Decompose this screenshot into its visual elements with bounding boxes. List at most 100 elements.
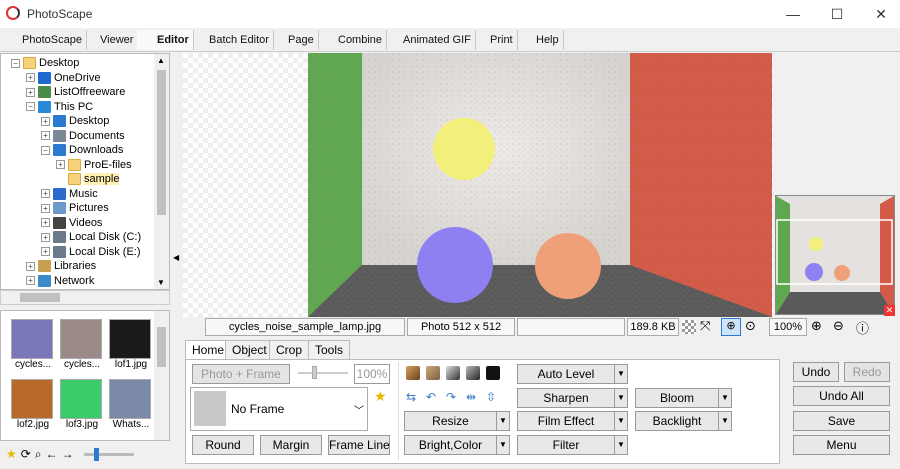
- tree-scroll-thumb[interactable]: [157, 70, 166, 215]
- auto-level-button[interactable]: Auto Level: [517, 364, 615, 384]
- slider-handle[interactable]: [93, 447, 99, 461]
- fit-screen-icon[interactable]: ⤧: [700, 318, 710, 334]
- tree-hscroll-thumb[interactable]: [20, 293, 60, 302]
- rotate-icon[interactable]: ⇆: [406, 390, 416, 404]
- thumbnail-item[interactable]: lof2.jpg: [11, 379, 55, 435]
- folder-tree[interactable]: − Desktop + OneDrive + ListOffreeware − This PC…: [0, 53, 170, 290]
- expand-toggle-icon[interactable]: +: [41, 189, 50, 198]
- tree-item[interactable]: + ListOffreeware: [26, 85, 125, 99]
- margin-button[interactable]: Margin: [260, 435, 322, 455]
- tab-page[interactable]: Page: [268, 30, 319, 50]
- backlight-dropdown-icon[interactable]: ▼: [718, 411, 732, 431]
- close-button[interactable]: ✕: [858, 0, 900, 28]
- tab-combine[interactable]: Combine: [318, 30, 388, 50]
- expand-toggle-icon[interactable]: +: [41, 203, 50, 213]
- expand-toggle-icon[interactable]: +: [41, 232, 50, 242]
- grayscale-icon[interactable]: [446, 366, 460, 380]
- bloom-dropdown-icon[interactable]: ▼: [718, 388, 732, 408]
- zoom-fit-icon[interactable]: ⊙: [745, 318, 756, 334]
- thumbnail-scrollbar[interactable]: [154, 311, 169, 440]
- tree-item[interactable]: + ProE-files: [56, 158, 132, 172]
- forward-arrow-icon[interactable]: →: [62, 447, 74, 461]
- expand-toggle-icon[interactable]: +: [41, 218, 50, 227]
- expand-toggle-icon[interactable]: +: [26, 87, 35, 97]
- tab-tools[interactable]: Tools: [308, 340, 351, 360]
- sepia-icon[interactable]: [406, 366, 420, 380]
- photo-image[interactable]: [308, 53, 772, 317]
- tree-item[interactable]: − This PC: [26, 100, 93, 114]
- tab-editor[interactable]: Editor: [137, 30, 194, 50]
- film-effect-dropdown-icon[interactable]: ▼: [614, 411, 628, 431]
- menu-button[interactable]: Menu: [793, 435, 890, 455]
- sharpen-dropdown-icon[interactable]: ▼: [614, 388, 628, 408]
- favorite-star-icon[interactable]: ★: [374, 388, 387, 405]
- folder-search-icon[interactable]: ⌕: [35, 447, 42, 462]
- expand-toggle-icon[interactable]: +: [56, 160, 65, 169]
- tree-item[interactable]: − Desktop: [11, 56, 79, 70]
- expand-toggle-icon[interactable]: −: [11, 58, 20, 68]
- tree-item[interactable]: + Music: [41, 187, 98, 201]
- expand-toggle-icon[interactable]: −: [26, 102, 35, 111]
- tree-item[interactable]: sample: [56, 172, 120, 186]
- resize-dropdown-icon[interactable]: ▼: [496, 411, 510, 431]
- film-effect-button[interactable]: Film Effect: [517, 411, 615, 431]
- frame-slider-handle[interactable]: [312, 366, 317, 379]
- zoom-out-icon[interactable]: ⊖: [833, 318, 844, 334]
- expand-toggle-icon[interactable]: +: [26, 276, 35, 285]
- tree-item[interactable]: + OneDrive: [26, 71, 100, 85]
- thumbnail-item[interactable]: lof3.jpg: [60, 379, 104, 435]
- scroll-up-icon[interactable]: ▲: [157, 56, 165, 65]
- tree-item[interactable]: + Network: [26, 274, 94, 288]
- old-photo-icon[interactable]: [426, 366, 440, 380]
- bright-color-button[interactable]: Bright,Color: [404, 435, 497, 455]
- tree-item[interactable]: + Videos: [41, 216, 102, 230]
- frame-line-button[interactable]: Frame Line: [328, 435, 390, 455]
- panel-splitter[interactable]: ◀: [170, 53, 182, 303]
- frame-slider[interactable]: [298, 366, 348, 379]
- tab-help[interactable]: Help: [516, 30, 564, 50]
- rotate-right-icon[interactable]: ↷: [446, 390, 456, 404]
- tab-object[interactable]: Object: [225, 340, 274, 360]
- close-navigator-icon[interactable]: ✕: [884, 305, 895, 316]
- tab-crop[interactable]: Crop: [269, 340, 310, 360]
- expand-toggle-icon[interactable]: +: [41, 116, 50, 126]
- tab-print[interactable]: Print: [470, 30, 518, 50]
- filter-dropdown-icon[interactable]: ▼: [614, 435, 628, 455]
- bloom-button[interactable]: Bloom: [635, 388, 719, 408]
- round-button[interactable]: Round: [192, 435, 254, 455]
- filter-button[interactable]: Filter: [517, 435, 615, 455]
- undo-all-button[interactable]: Undo All: [793, 386, 890, 406]
- flip-horizontal-icon[interactable]: ⇹: [466, 390, 476, 404]
- transparency-icon[interactable]: [682, 320, 696, 334]
- tab-photoscape[interactable]: PhotoScape: [2, 30, 87, 50]
- chevron-down-icon[interactable]: ﹀: [354, 402, 364, 417]
- tree-item[interactable]: + Desktop: [41, 114, 109, 128]
- thumbnail-item[interactable]: cycles...: [60, 319, 104, 375]
- auto-level-dropdown-icon[interactable]: ▼: [614, 364, 628, 384]
- tree-item[interactable]: + Local Disk (E:): [41, 245, 141, 259]
- expand-toggle-icon[interactable]: −: [41, 145, 50, 155]
- refresh-icon[interactable]: ⟳: [21, 447, 31, 461]
- tree-item[interactable]: + Local Disk (C:): [41, 230, 141, 244]
- backlight-button[interactable]: Backlight: [635, 411, 719, 431]
- negative-icon[interactable]: [486, 366, 500, 380]
- collapse-left-icon[interactable]: ◀: [173, 253, 179, 262]
- thumbnail-scroll-thumb[interactable]: [157, 327, 166, 367]
- star-icon[interactable]: ★: [6, 447, 17, 461]
- expand-toggle-icon[interactable]: +: [41, 247, 50, 256]
- actual-size-icon[interactable]: ⊕: [721, 318, 741, 336]
- expand-toggle-icon[interactable]: +: [26, 73, 35, 82]
- zoom-in-icon[interactable]: ⊕: [811, 318, 822, 334]
- navigator-preview[interactable]: [775, 195, 895, 315]
- scroll-down-icon[interactable]: ▼: [157, 278, 165, 287]
- tree-item[interactable]: + Documents: [41, 129, 125, 143]
- redo-button[interactable]: Redo: [844, 362, 890, 382]
- save-button[interactable]: Save: [793, 411, 890, 431]
- black-white-icon[interactable]: [466, 366, 480, 380]
- tab-animated-gif[interactable]: Animated GIF: [383, 30, 476, 50]
- flip-vertical-icon[interactable]: ⇳: [486, 390, 496, 404]
- back-arrow-icon[interactable]: ←: [46, 447, 58, 461]
- resize-button[interactable]: Resize: [404, 411, 497, 431]
- maximize-button[interactable]: ☐: [814, 0, 860, 28]
- thumbnail-item[interactable]: cycles...: [11, 319, 55, 375]
